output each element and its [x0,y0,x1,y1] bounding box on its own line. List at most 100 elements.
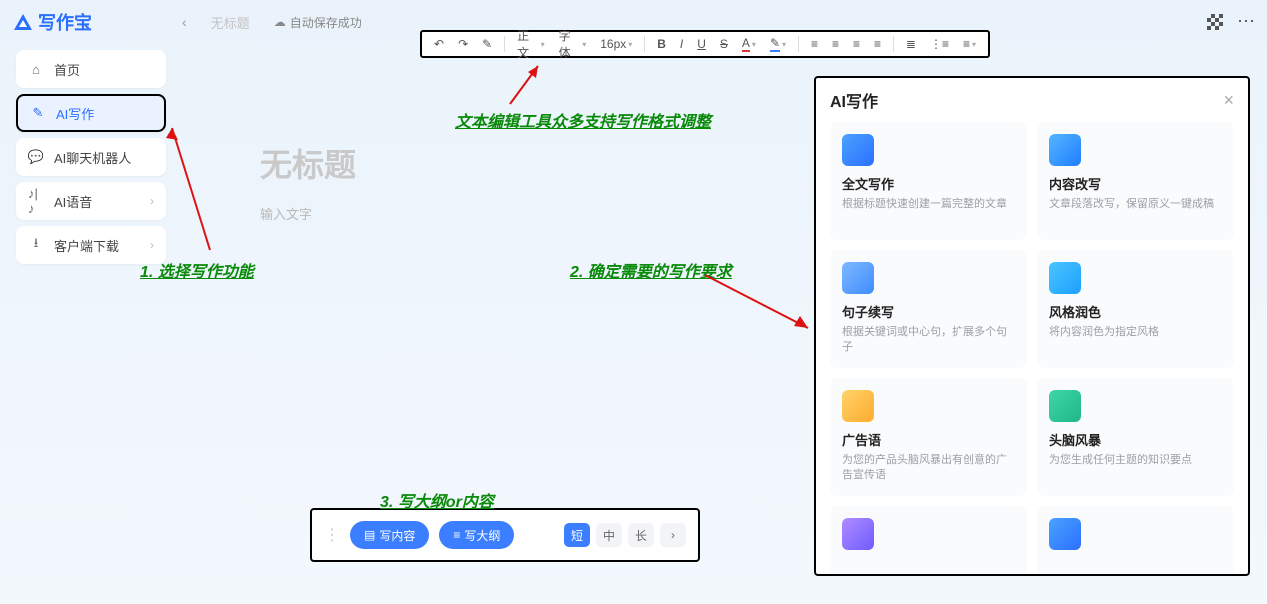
continue-icon [842,262,874,294]
align-center-button[interactable]: ≡ [828,37,843,51]
card-title: 句子续写 [842,302,1015,321]
pencil-icon: ✎ [30,105,46,121]
doc-tab-label[interactable]: 无标题 [211,13,250,32]
card-desc: 为您生成任何主题的知识要点 [1049,453,1222,468]
card-desc: 文章段落改写，保留原义一键成稿 [1049,197,1222,212]
sidebar-item-label: AI写作 [56,104,94,123]
align-left-button[interactable]: ≡ [807,37,822,51]
list-ordered-button[interactable]: ≣ [902,37,920,51]
ai-writing-panel: AI写作 × 全文写作根据标题快速创建一篇完整的文章 内容改写文章段落改写，保留… [814,76,1250,576]
card-icon [842,518,874,550]
ai-card-brainstorm[interactable]: 头脑风暴为您生成任何主题的知识要点 [1037,378,1234,496]
editor-area[interactable]: 无标题 输入文字 [260,70,800,520]
write-outline-button[interactable]: ≡ 写大纲 [439,521,514,549]
text-color-button[interactable]: A▾ [738,36,760,52]
app-logo: 写作宝 [14,9,92,35]
size-label: 16px [600,37,626,51]
cloud-icon: ☁ [274,15,286,29]
ai-card-extra-1[interactable] [830,506,1027,576]
write-content-label: 写内容 [379,527,415,544]
list-icon: ≡ [453,528,460,542]
align-right-button[interactable]: ≡ [849,37,864,51]
highlight-button[interactable]: ✎▾ [766,36,790,52]
card-desc: 为您的产品头脑风暴出有创意的广告宣传语 [842,453,1015,484]
card-desc: 将内容润色为指定风格 [1049,325,1222,340]
rewrite-icon [1049,134,1081,166]
length-group: 短 中 长 › [564,523,686,547]
sidebar-item-ai-voice[interactable]: ♪|♪ AI语音 › [16,182,166,220]
fontsize-select[interactable]: 16px▾ [596,37,636,51]
card-title: 内容改写 [1049,174,1222,193]
font-select[interactable]: 字体▾ [555,27,591,61]
ai-card-style[interactable]: 风格润色将内容润色为指定风格 [1037,250,1234,368]
ai-card-extra-2[interactable] [1037,506,1234,576]
card-title: 风格润色 [1049,302,1222,321]
sidebar: ⌂ 首页 ✎ AI写作 💬 AI聊天机器人 ♪|♪ AI语音 › ⭳ 客户端下载… [16,50,166,270]
sidebar-item-download[interactable]: ⭳ 客户端下载 › [16,226,166,264]
ai-card-continue[interactable]: 句子续写根据关键词或中心句，扩展多个句子 [830,250,1027,368]
drag-handle-icon[interactable]: ⋮ [324,525,340,545]
length-mid[interactable]: 中 [596,523,622,547]
indent-button[interactable]: ≡▾ [959,37,980,51]
style-icon [1049,262,1081,294]
sidebar-item-label: 首页 [54,60,80,79]
card-desc: 根据标题快速创建一篇完整的文章 [842,197,1015,212]
expand-button[interactable]: › [660,523,686,547]
ai-card-slogan[interactable]: 广告语为您的产品头脑风暴出有创意的广告宣传语 [830,378,1027,496]
sidebar-item-home[interactable]: ⌂ 首页 [16,50,166,88]
app-name: 写作宝 [38,9,92,35]
card-title: 头脑风暴 [1049,430,1222,449]
card-title: 广告语 [842,430,1015,449]
sidebar-item-label: 客户端下载 [54,236,119,255]
chat-icon: 💬 [28,149,44,165]
logo-icon [14,14,32,30]
doc-icon: ▤ [364,528,375,542]
title-input[interactable]: 无标题 [260,140,800,186]
slogan-icon [842,390,874,422]
undo-button[interactable]: ↶ [430,37,448,51]
list-bullet-button[interactable]: ⋮≡ [926,37,953,51]
apps-grid-icon[interactable] [1207,14,1223,30]
redo-button[interactable]: ↷ [454,37,472,51]
card-title: 全文写作 [842,174,1015,193]
text-color-label: A [742,36,750,52]
sidebar-item-label: AI语音 [54,192,92,211]
length-short[interactable]: 短 [564,523,590,547]
ai-card-rewrite[interactable]: 内容改写文章段落改写，保留原义一键成稿 [1037,122,1234,240]
ai-panel-title: AI写作 [830,88,878,112]
card-desc: 根据关键词或中心句，扩展多个句子 [842,325,1015,356]
write-content-button[interactable]: ▤ 写内容 [350,521,429,549]
compose-bar: ⋮ ▤ 写内容 ≡ 写大纲 短 中 长 › [310,508,700,562]
body-input[interactable]: 输入文字 [260,204,800,223]
strike-button[interactable]: S [716,37,732,51]
sound-icon: ♪|♪ [28,193,44,209]
length-long[interactable]: 长 [628,523,654,547]
ai-card-fulltext[interactable]: 全文写作根据标题快速创建一篇完整的文章 [830,122,1027,240]
format-paint-button[interactable]: ✎ [478,37,496,51]
fulltext-icon [842,134,874,166]
paragraph-label: 正文 [517,27,539,61]
autosave-text: 自动保存成功 [290,14,362,31]
chevron-right-icon: › [150,238,154,252]
autosave-status: ☁ 自动保存成功 [274,14,362,31]
download-icon: ⭳ [28,237,44,253]
sidebar-item-label: AI聊天机器人 [54,148,131,167]
write-outline-label: 写大纲 [464,527,500,544]
brainstorm-icon [1049,390,1081,422]
sidebar-item-ai-chatbot[interactable]: 💬 AI聊天机器人 [16,138,166,176]
more-icon[interactable] [1237,14,1253,30]
arrow-1 [160,120,220,260]
highlight-label: ✎ [770,36,780,52]
italic-button[interactable]: I [676,37,687,51]
bold-button[interactable]: B [653,37,670,51]
home-icon: ⌂ [28,61,44,77]
close-icon[interactable]: × [1223,90,1234,111]
editor-toolbar: ↶ ↷ ✎ 正文▾ 字体▾ 16px▾ B I U S A▾ ✎▾ ≡ ≡ ≡ … [420,30,990,58]
align-justify-button[interactable]: ≡ [870,37,885,51]
underline-button[interactable]: U [693,37,710,51]
sidebar-item-ai-writing[interactable]: ✎ AI写作 [16,94,166,132]
font-label: 字体 [559,27,581,61]
chevron-right-icon: › [150,194,154,208]
paragraph-select[interactable]: 正文▾ [513,27,549,61]
back-button[interactable]: ‹ [182,14,187,30]
